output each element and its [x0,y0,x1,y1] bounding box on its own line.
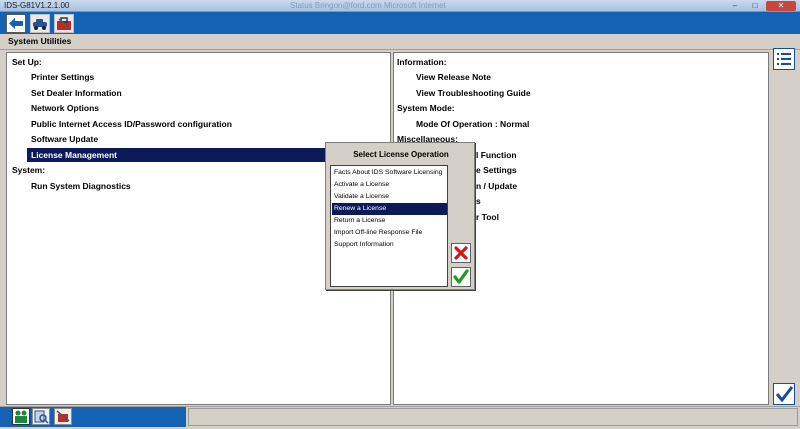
window-faded-title: Status Bringon@ford.com Microsoft Intern… [290,1,446,10]
back-arrow-icon[interactable] [6,14,26,33]
window-title: IDS-G81V1.2.1.00 [4,1,70,10]
dialog-title: Select License Operation [353,150,449,159]
section-header: System Utilities [0,34,800,50]
system-header: System: [12,165,46,175]
system-mode-header: System Mode: [397,103,455,113]
license-management-item[interactable]: License Management [27,148,327,162]
misc-item-3[interactable]: n / Update [476,179,517,193]
maximize-button[interactable]: □ [746,1,764,11]
list-icon[interactable] [773,48,795,70]
license-operation-list[interactable]: Facts About IDS Software Licensing Activ… [330,165,448,287]
tools-icon[interactable] [54,408,72,425]
option-support[interactable]: Support Information [332,239,447,251]
misc-item-5[interactable]: r Tool [476,210,499,224]
printer-settings-item[interactable]: Printer Settings [31,70,94,84]
option-activate[interactable]: Activate a License [332,179,447,191]
select-license-dialog: Select License Operation Facts About IDS… [325,142,475,290]
dealer-info-item[interactable]: Set Dealer Information [31,86,122,100]
internet-access-item[interactable]: Public Internet Access ID/Password confi… [31,117,232,131]
option-renew[interactable]: Renew a License [332,203,447,215]
misc-item-2[interactable]: e Settings [476,163,517,177]
misc-item-4[interactable]: s [476,194,481,208]
option-import[interactable]: Import Off-line Response File [332,227,447,239]
people-icon[interactable] [12,408,30,425]
information-header: Information: [397,57,447,67]
run-diagnostics-item[interactable]: Run System Diagnostics [31,179,131,193]
close-button[interactable]: ✕ [766,1,796,11]
software-update-item[interactable]: Software Update [31,132,98,146]
dialog-checkmark-icon[interactable] [451,267,471,287]
status-box [188,408,798,426]
misc-item-1[interactable]: l Function [476,148,517,162]
option-facts[interactable]: Facts About IDS Software Licensing [332,167,447,179]
page-title: System Utilities [8,36,72,46]
cross-icon[interactable] [451,243,471,263]
release-note-item[interactable]: View Release Note [416,70,491,84]
scan-icon[interactable] [32,408,50,425]
mode-of-operation-item[interactable]: Mode Of Operation : Normal [416,117,529,131]
checkmark-icon[interactable] [773,383,795,405]
vehicle-icon[interactable] [30,14,50,33]
setup-header: Set Up: [12,57,42,67]
option-return[interactable]: Return a License [332,215,447,227]
top-toolbar [0,12,800,34]
minimize-button[interactable]: – [726,1,744,11]
network-options-item[interactable]: Network Options [31,101,99,115]
option-validate[interactable]: Validate a License [332,191,447,203]
window-title-bar: IDS-G81V1.2.1.00 Status Bringon@ford.com… [0,0,800,12]
troubleshooting-guide-item[interactable]: View Troubleshooting Guide [416,86,531,100]
toolbox-icon[interactable] [54,14,74,33]
